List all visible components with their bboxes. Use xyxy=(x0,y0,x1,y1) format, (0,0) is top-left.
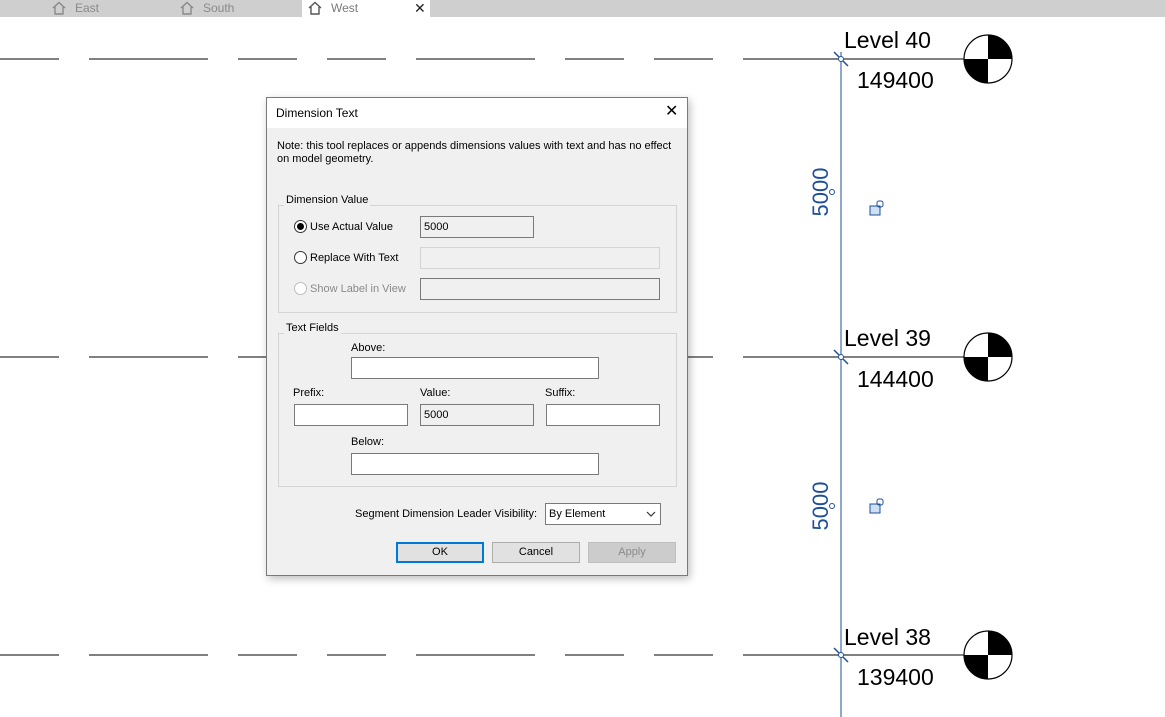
level-elevation[interactable]: 149400 xyxy=(857,67,934,93)
dialog-title-bar[interactable]: Dimension Text ✕ xyxy=(267,98,687,128)
radio-indicator[interactable] xyxy=(294,220,307,233)
lock-icon[interactable] xyxy=(869,200,884,216)
tab-west[interactable]: West ✕ xyxy=(302,0,430,17)
grip-handle[interactable] xyxy=(838,56,844,62)
label-select-field xyxy=(420,278,660,300)
dimension-value-text[interactable]: 5000 xyxy=(808,168,833,217)
use-actual-value-label: Use Actual Value xyxy=(310,221,393,233)
level-elevation[interactable]: 139400 xyxy=(857,664,934,690)
show-label-in-view-label: Show Label in View xyxy=(310,283,406,295)
tab-south[interactable]: South xyxy=(180,0,300,17)
dialog-title: Dimension Text xyxy=(276,106,358,120)
level-name[interactable]: Level 39 xyxy=(844,325,931,351)
suffix-input[interactable] xyxy=(546,404,660,426)
segment-visibility-value: By Element xyxy=(549,508,606,520)
prefix-label: Prefix: xyxy=(293,387,325,399)
tab-east[interactable]: East xyxy=(52,0,172,17)
tab-south-label: South xyxy=(203,1,235,15)
level-head-symbol xyxy=(963,34,1013,84)
chevron-down-icon xyxy=(646,504,656,532)
below-label: Below: xyxy=(351,436,385,448)
dimension-value-group-label: Dimension Value xyxy=(284,194,371,206)
dialog-note: Note: this tool replaces or appends dime… xyxy=(277,140,672,165)
text-fields-group-label: Text Fields xyxy=(284,322,341,334)
close-icon[interactable]: ✕ xyxy=(414,0,426,17)
tab-west-label: West xyxy=(331,1,359,15)
grip-handle[interactable] xyxy=(838,354,844,360)
suffix-label: Suffix: xyxy=(545,387,576,399)
level-elevation[interactable]: 144400 xyxy=(857,366,934,392)
above-label: Above: xyxy=(351,342,386,354)
view-tab-bar: East South West ✕ xyxy=(0,0,1165,17)
radio-indicator xyxy=(294,282,307,295)
above-input[interactable] xyxy=(351,357,599,379)
level-head-symbol xyxy=(963,630,1013,680)
dimension-text-dialog: Dimension Text ✕ Note: this tool replace… xyxy=(266,97,688,576)
level-head-symbol xyxy=(963,332,1013,382)
grip-handle[interactable] xyxy=(838,652,844,658)
segment-visibility-label: Segment Dimension Leader Visibility: xyxy=(355,508,537,520)
replace-with-text-label: Replace With Text xyxy=(310,252,399,264)
lock-icon[interactable] xyxy=(869,498,884,514)
dimension-value-text[interactable]: 5000 xyxy=(808,482,833,531)
ok-button[interactable]: OK xyxy=(396,542,484,563)
radio-indicator[interactable] xyxy=(294,251,307,264)
value-field: 5000 xyxy=(420,404,534,426)
value-label: Value: xyxy=(420,387,451,399)
replace-text-field[interactable] xyxy=(420,247,660,269)
cancel-button[interactable]: Cancel xyxy=(492,542,580,563)
level-name[interactable]: Level 40 xyxy=(844,27,931,53)
close-icon[interactable]: ✕ xyxy=(665,103,678,121)
actual-value-field: 5000 xyxy=(420,216,534,238)
apply-button: Apply xyxy=(588,542,676,563)
prefix-input[interactable] xyxy=(294,404,408,426)
tab-east-label: East xyxy=(75,1,100,15)
below-input[interactable] xyxy=(351,453,599,475)
segment-visibility-select[interactable]: By Element xyxy=(545,503,661,525)
level-name[interactable]: Level 38 xyxy=(844,624,931,650)
